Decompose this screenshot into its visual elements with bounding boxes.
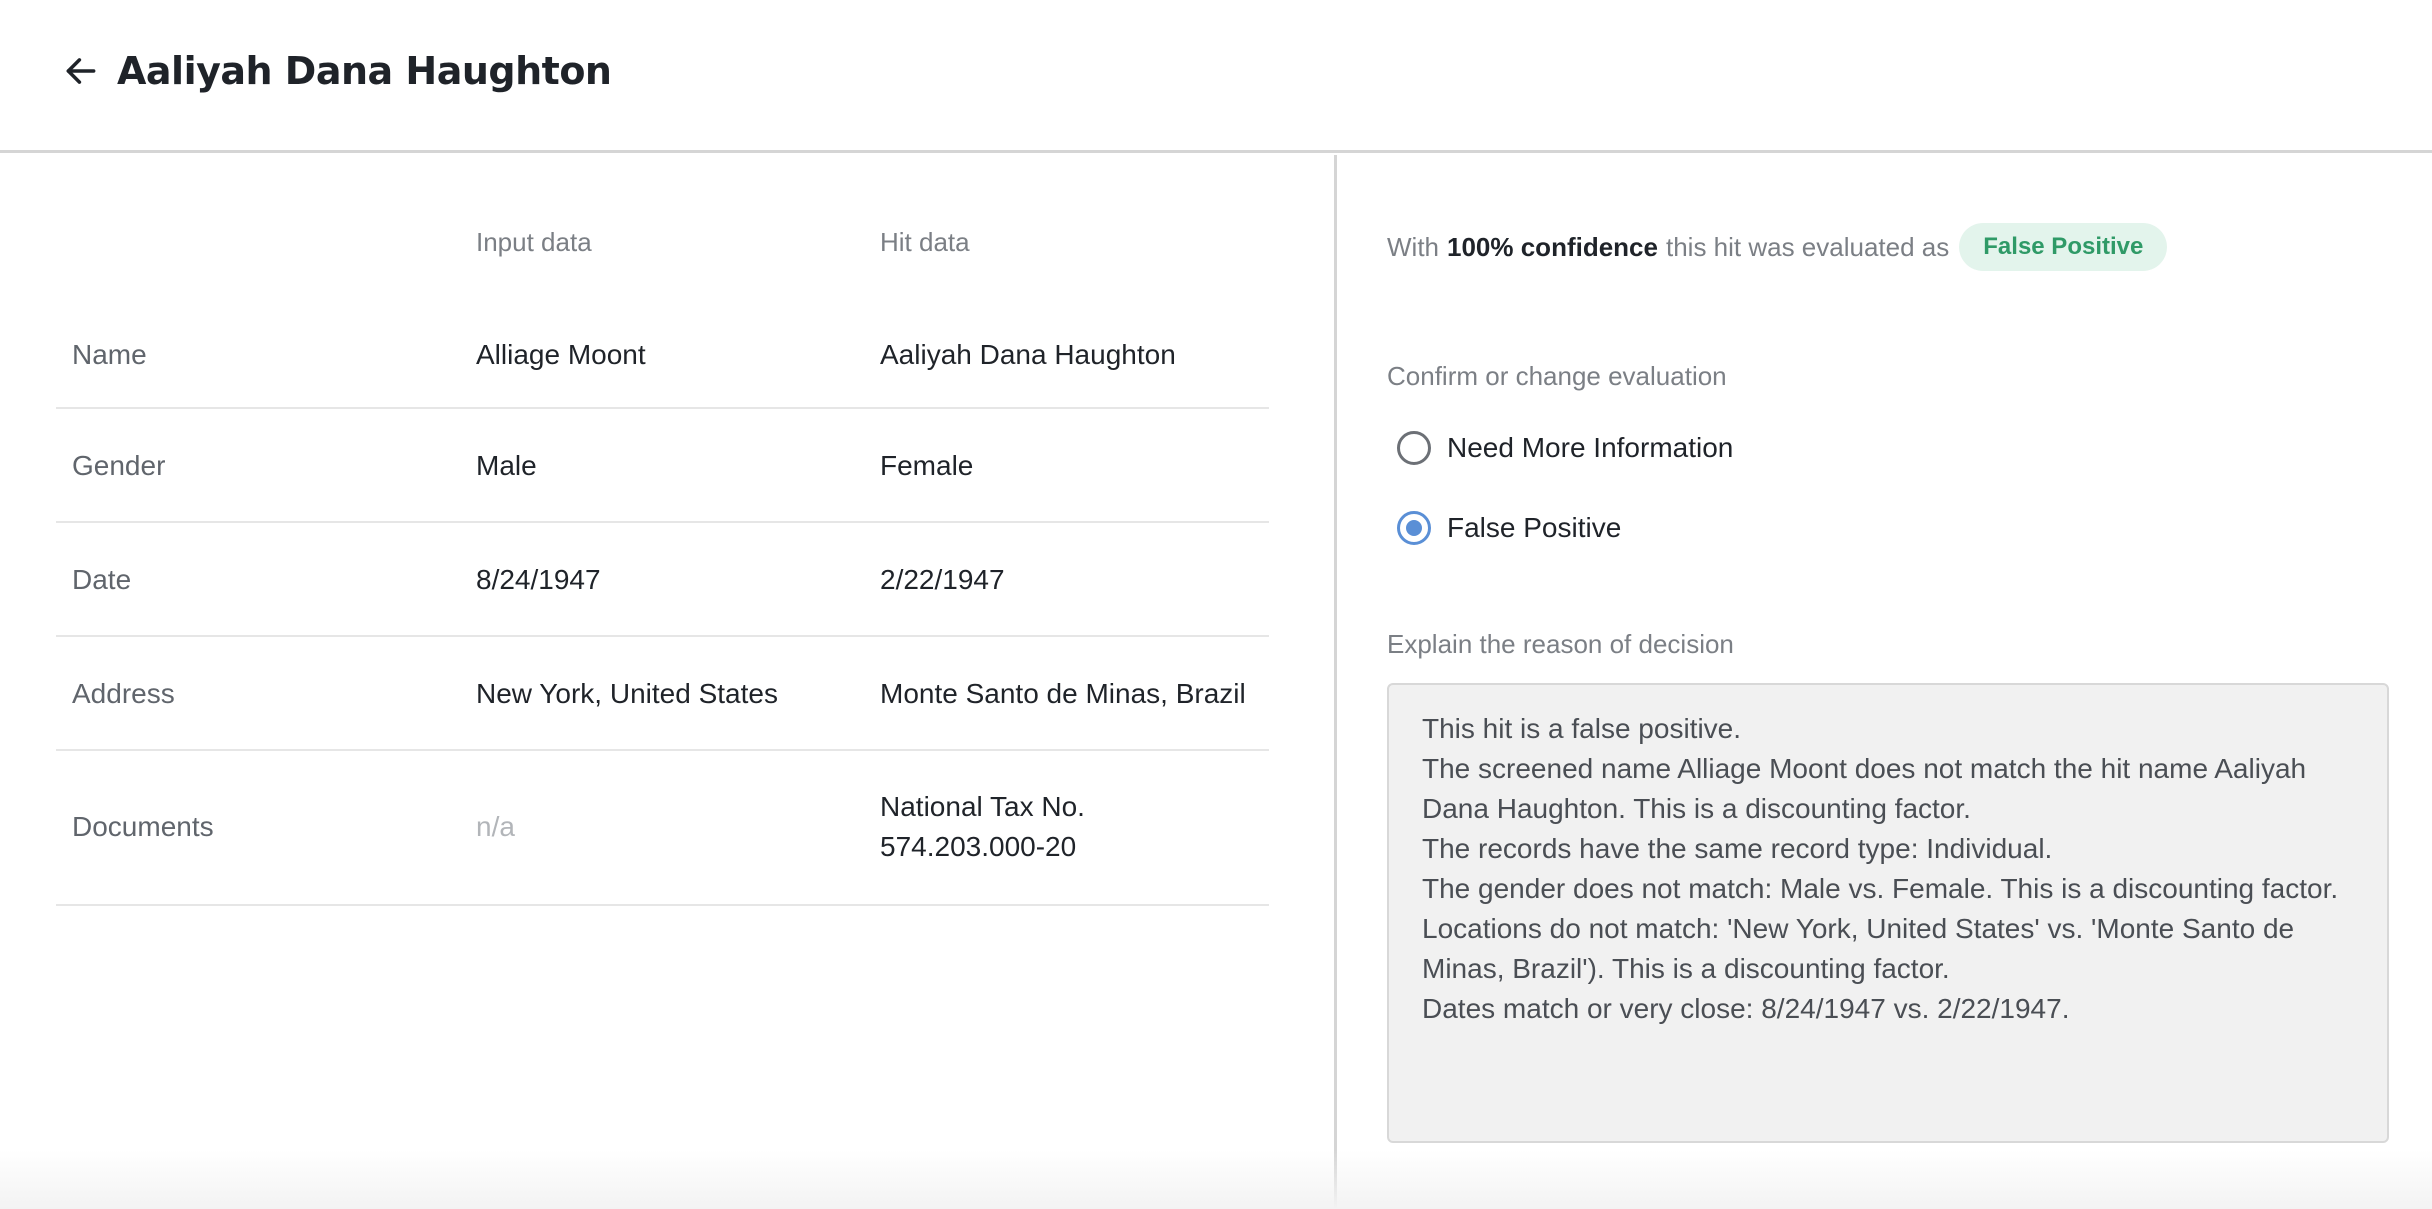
table-row-gender: Gender Male Female [56,409,1269,523]
input-value: n/a [476,811,515,842]
radio-need-more-information[interactable]: Need More Information [1397,431,1733,465]
reason-label: Explain the reason of decision [1387,629,1734,659]
reason-line: The screened name Alliage Moont does not… [1422,753,2307,784]
hit-value: Female [880,450,974,481]
back-button[interactable] [58,48,104,94]
row-label: Documents [72,811,214,842]
reason-line: The gender does not match: Male vs. Fema… [1422,873,2339,904]
row-label: Gender [72,450,166,481]
status-badge: False Positive [1959,223,2168,271]
row-label: Date [72,564,132,595]
radio-checked-icon[interactable] [1397,511,1431,545]
hit-value: 2/22/1947 [880,564,1005,595]
reason-line: Dates match or very close: 8/24/1947 vs.… [1422,993,2070,1024]
reason-line: Dana Haughton. This is a discounting fac… [1422,793,1971,824]
row-label: Name [72,339,147,370]
reason-line: Minas, Brazil'). This is a discounting f… [1422,953,1950,984]
reason-line: This hit is a false positive. [1422,713,1742,744]
confidence-value: 100% confidence [1447,231,1658,262]
radio-label: Need More Information [1447,432,1734,463]
hit-value-line2: 574.203.000-20 [880,831,1077,862]
input-value: Male [476,450,537,481]
hit-value: Aaliyah Dana Haughton [880,339,1176,370]
input-value: New York, United States [476,678,778,709]
reason-line: The records have the same record type: I… [1422,833,2053,864]
radio-label: False Positive [1447,512,1622,543]
column-header-hit: Hit data [880,227,970,257]
comparison-panel: Input data Hit data Name Alliage Moont A… [0,155,1334,1209]
input-value: Alliage Moont [476,339,646,370]
hit-value-line1: National Tax No. [880,791,1085,822]
arrow-left-icon [66,58,96,84]
column-header-input: Input data [476,227,592,257]
confidence-prefix: With [1387,231,1439,262]
input-value: 8/24/1947 [476,564,601,595]
confirm-label: Confirm or change evaluation [1387,361,1727,391]
evaluation-panel: With 100% confidence this hit was evalua… [1337,155,2432,1209]
radio-unchecked-icon[interactable] [1397,431,1431,465]
table-row-name: Name Alliage Moont Aaliyah Dana Haughton [56,285,1269,409]
confidence-suffix: this hit was evaluated as [1665,231,1950,262]
table-row-documents: Documents n/a National Tax No. 574.203.0… [56,751,1269,906]
hit-value: Monte Santo de Minas, Brazil [880,678,1246,709]
radio-false-positive[interactable]: False Positive [1397,511,1621,545]
row-label: Address [72,678,175,709]
table-row-address: Address New York, United States Monte Sa… [56,637,1269,751]
reason-textarea[interactable]: This hit is a false positive. The screen… [1387,683,2389,1143]
page-title: Aaliyah Dana Haughton [117,49,612,93]
confidence-statement: With 100% confidence this hit was evalua… [1387,223,2168,271]
reason-line: Locations do not match: 'New York, Unite… [1422,913,2295,944]
page-header: Aaliyah Dana Haughton [0,0,2432,153]
table-row-date: Date 8/24/1947 2/22/1947 [56,523,1269,637]
